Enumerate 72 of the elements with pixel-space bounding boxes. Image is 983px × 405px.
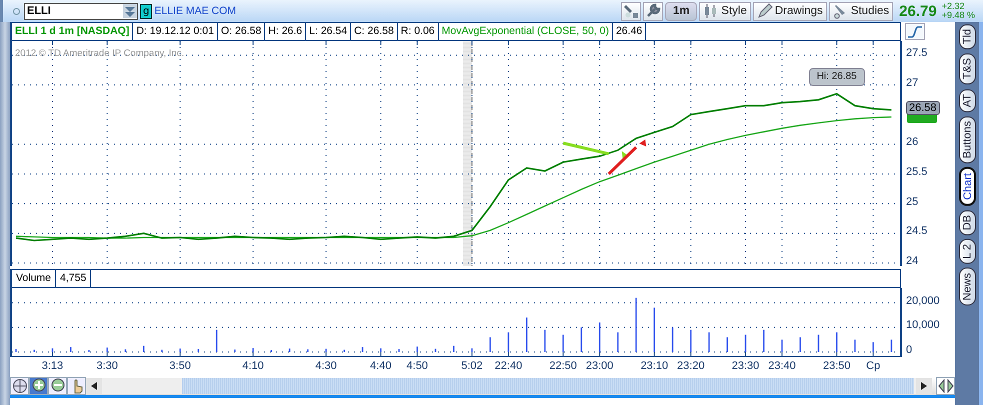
- percent-change: +9.48 %: [942, 11, 975, 20]
- axis-label: 23:30: [730, 360, 760, 372]
- axis-label: 24: [906, 255, 918, 268]
- ohlc-field: R: 0.06: [398, 23, 439, 40]
- axis-label: 5:02: [460, 360, 484, 372]
- axis-label: 23:50: [822, 360, 852, 372]
- axis-label: Cp: [865, 360, 882, 372]
- interval-button[interactable]: 1m: [665, 2, 698, 20]
- ohlc-field: O: 26.58: [218, 23, 266, 40]
- axis-label: 23:00: [584, 360, 614, 372]
- axis-label: 27: [906, 76, 918, 89]
- study-value: 26.46: [612, 23, 646, 40]
- toolbar-button[interactable]: Style: [699, 2, 751, 20]
- status-dot: [13, 8, 20, 14]
- side-tab[interactable]: Tld: [958, 24, 976, 50]
- axis-label: 23:10: [640, 360, 670, 372]
- axis-label: 26: [906, 136, 918, 148]
- fit-icon[interactable]: [936, 377, 955, 395]
- axis-label: 4:30: [314, 360, 338, 372]
- axis-label: 23:40: [767, 360, 797, 372]
- axis-label: 20,000: [906, 294, 940, 307]
- axis-label: 25.5: [906, 166, 928, 178]
- study-name: MovAvgExponential (CLOSE, 50, 0): [438, 23, 613, 40]
- side-tab[interactable]: L 2: [958, 239, 976, 264]
- axis-label: 10,000: [906, 319, 940, 332]
- ohlc-field: D: 19.12.12 0:01: [133, 23, 218, 40]
- zoom-in-icon[interactable]: [29, 377, 48, 395]
- volume-label: Volume: [12, 270, 56, 287]
- axis-label: 3:30: [95, 360, 119, 372]
- axis-label: 23:20: [676, 360, 706, 372]
- scroll-left-icon[interactable]: [86, 378, 102, 394]
- side-tab[interactable]: AT: [958, 88, 976, 112]
- axis-label: 24.5: [906, 225, 928, 238]
- axis-label: 25: [906, 196, 918, 208]
- dropdown-icon: [123, 4, 137, 18]
- price-change: +2.32: [942, 2, 966, 11]
- group-badge[interactable]: g: [140, 4, 152, 18]
- side-tab[interactable]: Buttons: [958, 116, 976, 164]
- axis-label: 4:10: [241, 360, 265, 372]
- side-tab[interactable]: T&S: [958, 53, 976, 85]
- side-tab[interactable]: News: [958, 268, 976, 306]
- pencil-icon: [756, 3, 773, 19]
- side-tab[interactable]: Chart: [958, 167, 976, 206]
- axis-label: 3:13: [40, 360, 64, 372]
- copyright-text: 2012 © TD Ameritrade IP Company, Inc.: [15, 48, 184, 59]
- toolbar-button[interactable]: Drawings: [752, 2, 827, 20]
- crosshair-icon[interactable]: [10, 377, 29, 395]
- chart-title: ELLI 1 d 1m [NASDAQ]: [12, 23, 134, 40]
- axis-label: 4:40: [369, 360, 392, 372]
- ohlc-field: L: 26.54: [306, 23, 352, 40]
- axis-label: 22:50: [548, 360, 578, 372]
- price-bubble: 26.58: [906, 100, 940, 115]
- volume-value: 4,755: [56, 270, 92, 287]
- scroll-right-icon[interactable]: [916, 378, 932, 394]
- side-tab[interactable]: DB: [958, 210, 976, 236]
- toolbar-button[interactable]: Studies: [828, 2, 894, 20]
- zoom-out-icon[interactable]: [48, 377, 67, 395]
- company-link[interactable]: ELLIE MAE COM: [154, 5, 236, 17]
- high-callout: Hi: 26.85: [808, 68, 865, 86]
- scrollbar-thumb[interactable]: [182, 378, 914, 394]
- axis-label: 3:50: [168, 360, 192, 372]
- axis-label: 22:40: [494, 360, 524, 372]
- axis-label: 0: [906, 344, 912, 356]
- axis-label: 4:50: [406, 360, 429, 372]
- ohlc-field: H: 26.6: [265, 23, 306, 40]
- chart-type-icon[interactable]: [905, 23, 925, 40]
- wrench-icon[interactable]: [643, 2, 664, 20]
- axis-label: 27.5: [906, 47, 928, 60]
- hand-icon[interactable]: [67, 377, 86, 395]
- symbol-field[interactable]: ELLI: [24, 2, 138, 20]
- ohlc-field: C: 26.58: [351, 23, 398, 40]
- last-price: 26.79: [899, 2, 937, 20]
